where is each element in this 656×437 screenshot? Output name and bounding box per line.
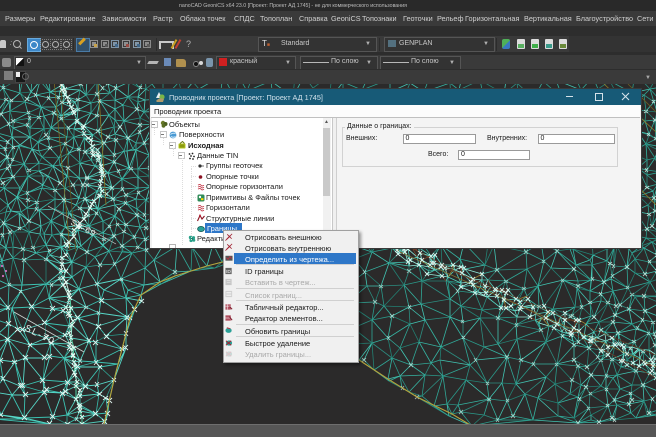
svg-text:ID: ID <box>226 269 231 275</box>
